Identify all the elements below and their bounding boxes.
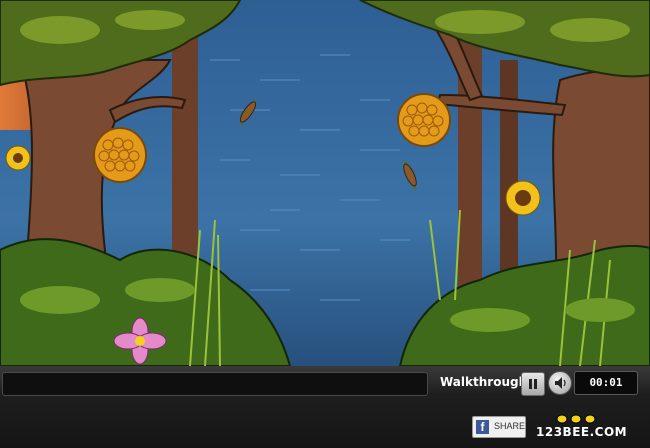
beehive-right[interactable] (397, 93, 451, 147)
game-toolbar: Walkthrough 00:01 f SHARE 123BEE.COM (0, 366, 650, 448)
sunflower-right[interactable] (505, 180, 541, 216)
share-label: SHARE (494, 421, 526, 431)
message-bar (2, 372, 428, 396)
thin-trunk-1 (172, 20, 198, 280)
facebook-share-button[interactable]: f SHARE (472, 416, 526, 438)
pause-icon (529, 379, 532, 389)
pause-button[interactable] (521, 372, 545, 396)
beehive-left[interactable] (93, 127, 147, 183)
sound-button[interactable] (548, 371, 572, 395)
facebook-icon: f (476, 420, 489, 434)
logo-text: 123BEE.COM (536, 425, 628, 439)
pause-icon-bar (534, 379, 537, 389)
walkthrough-link[interactable]: Walkthrough (440, 375, 527, 389)
site-logo[interactable]: 123BEE.COM (536, 414, 636, 441)
bee-icon (556, 414, 596, 424)
timer-display: 00:01 (574, 371, 638, 395)
game-scene[interactable] (0, 0, 650, 366)
speaker-icon (555, 377, 566, 389)
sunflower-left[interactable] (5, 145, 31, 171)
thin-trunk-3 (500, 60, 518, 280)
